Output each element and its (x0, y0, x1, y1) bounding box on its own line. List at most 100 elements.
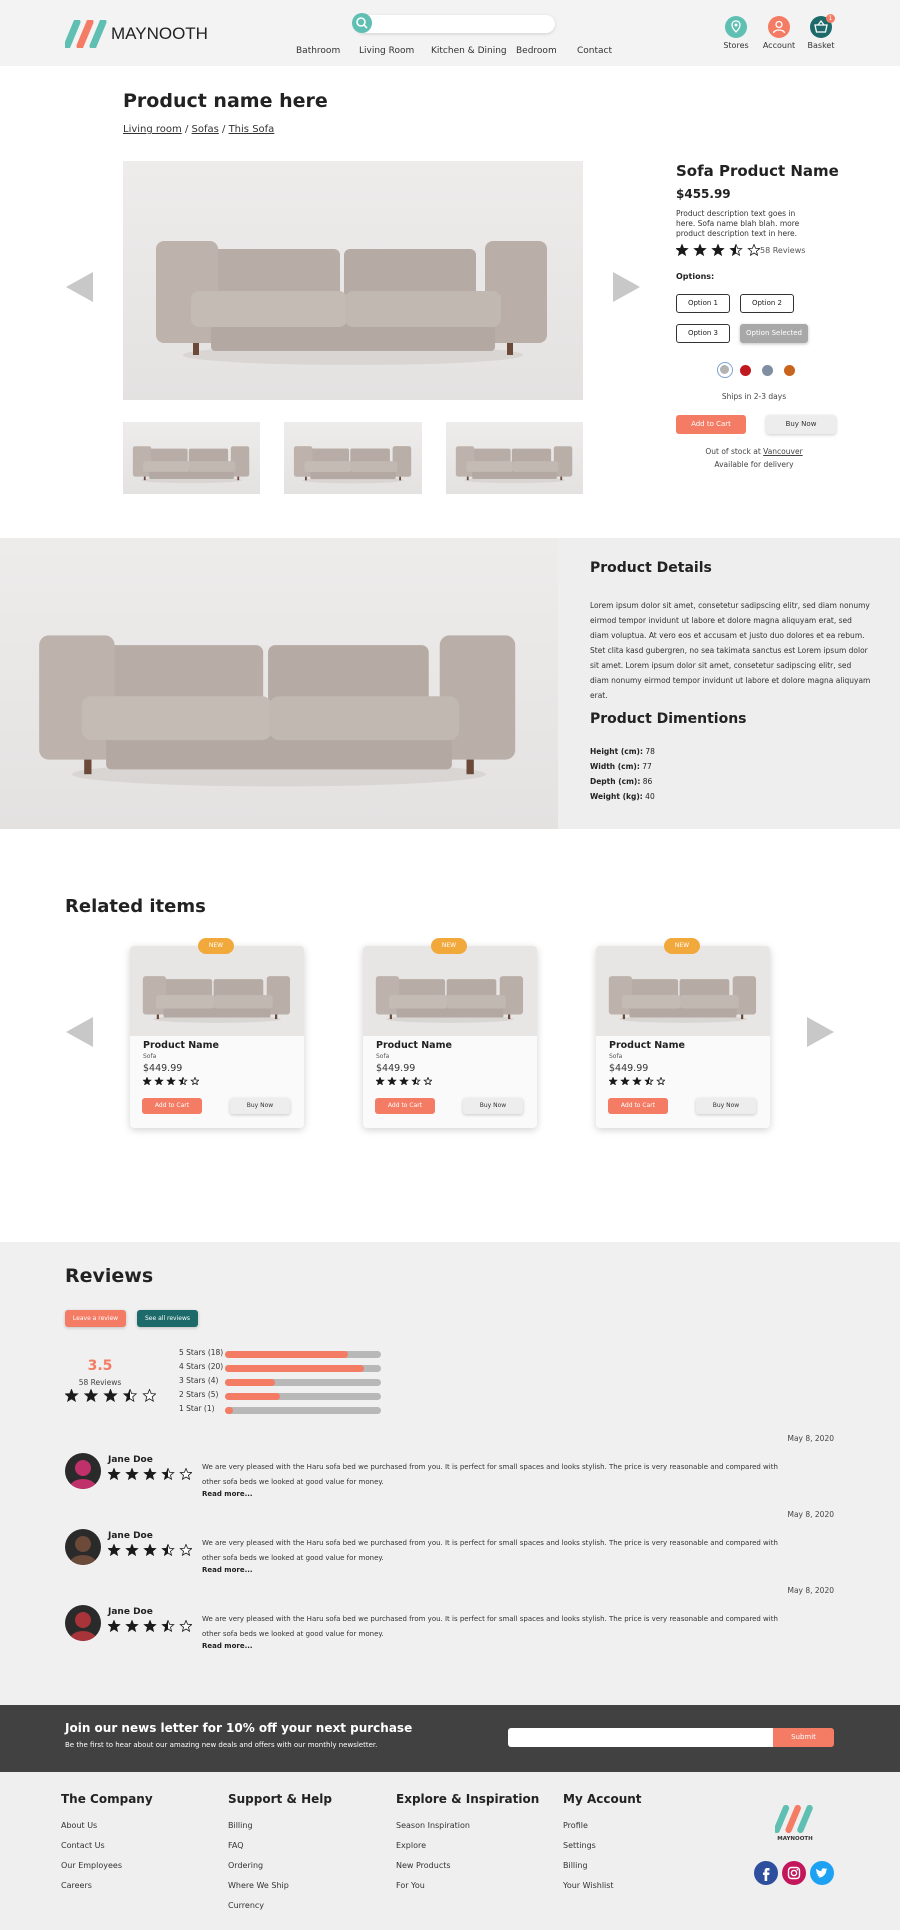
related-buy-now-button[interactable]: Buy Now (230, 1098, 290, 1114)
footer-link[interactable]: For You (396, 1876, 539, 1896)
footer-link[interactable]: FAQ (228, 1836, 332, 1856)
newsletter-sub: Be the first to hear about our amazing n… (65, 1741, 378, 1749)
related-card-name[interactable]: Product Name (143, 1040, 219, 1051)
option-2-button[interactable]: Option 2 (740, 294, 794, 313)
star-icon (179, 1620, 192, 1632)
star-icon (125, 1544, 139, 1556)
footer-link[interactable]: Where We Ship (228, 1876, 332, 1896)
search-bar[interactable] (355, 15, 555, 33)
footer-link[interactable]: Billing (563, 1856, 642, 1876)
footer-link[interactable]: Our Employees (61, 1856, 153, 1876)
related-prev-arrow-icon[interactable] (66, 1017, 94, 1047)
option-1-button[interactable]: Option 1 (676, 294, 730, 313)
related-add-to-cart-button[interactable]: Add to Cart (608, 1098, 668, 1114)
option-selected-button[interactable]: Option Selected (740, 324, 808, 343)
thumbnail-1[interactable] (123, 422, 260, 494)
average-rating: 3.5 (87, 1358, 113, 1374)
twitter-icon[interactable] (810, 1861, 834, 1885)
related-card-2[interactable]: NEW Product Name Sofa $449.99 Add to Car… (363, 938, 537, 1128)
thumbnail-2[interactable] (284, 422, 422, 494)
footer-logo[interactable] (775, 1805, 815, 1833)
basket-label[interactable]: Basket (796, 41, 846, 50)
footer-brand: MAYNOOTH (777, 1836, 813, 1842)
related-add-to-cart-button[interactable]: Add to Cart (375, 1098, 435, 1114)
swatch-orange[interactable] (784, 365, 795, 376)
related-card-image[interactable] (130, 946, 304, 1036)
related-card-1[interactable]: NEW Product Name Sofa $449.99 Add to Car… (130, 938, 304, 1128)
footer-link[interactable]: Billing (228, 1816, 332, 1836)
related-card-image[interactable] (363, 946, 537, 1036)
footer-link[interactable]: Currency (228, 1896, 332, 1916)
brand-logo[interactable] (65, 20, 109, 48)
nav-kitchen-dining[interactable]: Kitchen & Dining (431, 46, 507, 56)
gallery-prev-arrow-icon[interactable] (66, 272, 94, 302)
search-icon[interactable] (352, 13, 372, 33)
related-card-name[interactable]: Product Name (376, 1040, 452, 1051)
option-3-button[interactable]: Option 3 (676, 324, 730, 343)
review-read-more-link[interactable]: Read more... (202, 1566, 253, 1574)
breadcrumb-this-sofa[interactable]: This Sofa (229, 124, 275, 135)
footer-link[interactable]: Your Wishlist (563, 1876, 642, 1896)
footer-link[interactable]: Profile (563, 1816, 642, 1836)
footer-link[interactable]: Settings (563, 1836, 642, 1856)
related-buy-now-button[interactable]: Buy Now (463, 1098, 523, 1114)
gallery-next-arrow-icon[interactable] (612, 272, 640, 302)
search-input[interactable] (377, 17, 547, 31)
footer-link[interactable]: Careers (61, 1876, 153, 1896)
breadcrumb-living-room[interactable]: Living room (123, 124, 182, 135)
star-rating-icon (108, 1544, 192, 1556)
nav-bedroom[interactable]: Bedroom (516, 46, 557, 56)
leave-review-button[interactable]: Leave a review (65, 1310, 126, 1327)
related-card-3[interactable]: NEW Product Name Sofa $449.99 Add to Car… (596, 938, 770, 1128)
person-icon[interactable] (768, 16, 790, 38)
review-read-more-link[interactable]: Read more... (202, 1642, 253, 1650)
dimensions-list: Height (cm): 78 Width (cm): 77 Depth (cm… (590, 744, 655, 804)
related-card-stars (609, 1077, 665, 1085)
review-date: May 8, 2020 (787, 1434, 834, 1443)
star-icon (161, 1620, 175, 1632)
swatch-slate[interactable] (762, 365, 773, 376)
facebook-icon[interactable] (754, 1861, 778, 1885)
review-text-line-2: other sofa beds we looked at good value … (202, 1478, 384, 1486)
options-label: Options: (676, 272, 715, 281)
footer-link[interactable]: Contact Us (61, 1836, 153, 1856)
location-pin-icon[interactable] (725, 16, 747, 38)
footer-link[interactable]: New Products (396, 1856, 539, 1876)
footer-link[interactable]: About Us (61, 1816, 153, 1836)
product-reviews-count[interactable]: 58 Reviews (760, 246, 805, 255)
delivery-text: Available for delivery (714, 460, 794, 469)
breadcrumb-sofas[interactable]: Sofas (192, 124, 219, 135)
related-next-arrow-icon[interactable] (806, 1017, 834, 1047)
footer-link[interactable]: Season Inspiration (396, 1816, 539, 1836)
stock-store-link[interactable]: Vancouver (763, 447, 803, 456)
related-card-sub: Sofa (609, 1053, 623, 1060)
related-card-image[interactable] (596, 946, 770, 1036)
footer-link[interactable]: Ordering (228, 1856, 332, 1876)
star-rating-icon (376, 1077, 432, 1085)
related-buy-now-button[interactable]: Buy Now (696, 1098, 756, 1114)
main-product-image[interactable] (123, 161, 583, 400)
related-add-to-cart-button[interactable]: Add to Cart (142, 1098, 202, 1114)
swatch-red[interactable] (740, 365, 751, 376)
dim-weight-label: Weight (kg): (590, 792, 643, 801)
add-to-cart-button[interactable]: Add to Cart (676, 415, 746, 434)
dim-weight: Weight (kg): 40 (590, 789, 655, 804)
nav-contact[interactable]: Contact (577, 46, 612, 56)
swatch-gray[interactable] (717, 362, 733, 378)
reviewer-avatar (65, 1453, 101, 1489)
instagram-icon[interactable] (782, 1861, 806, 1885)
related-card-stars (376, 1077, 432, 1085)
footer-link[interactable]: Explore (396, 1836, 539, 1856)
star-icon (103, 1389, 118, 1402)
newsletter-submit-button[interactable]: Submit (773, 1728, 834, 1747)
thumbnail-3[interactable] (446, 422, 583, 494)
review-read-more-link[interactable]: Read more... (202, 1490, 253, 1498)
nav-bathroom[interactable]: Bathroom (296, 46, 340, 56)
footer-col-title: Explore & Inspiration (396, 1792, 540, 1806)
newsletter-email-input[interactable] (508, 1728, 774, 1747)
footer-col-account: My Account Profile Settings Billing Your… (563, 1792, 642, 1896)
see-all-reviews-button[interactable]: See all reviews (137, 1310, 198, 1327)
nav-living-room[interactable]: Living Room (359, 46, 414, 56)
buy-now-button[interactable]: Buy Now (766, 415, 836, 434)
related-card-name[interactable]: Product Name (609, 1040, 685, 1051)
